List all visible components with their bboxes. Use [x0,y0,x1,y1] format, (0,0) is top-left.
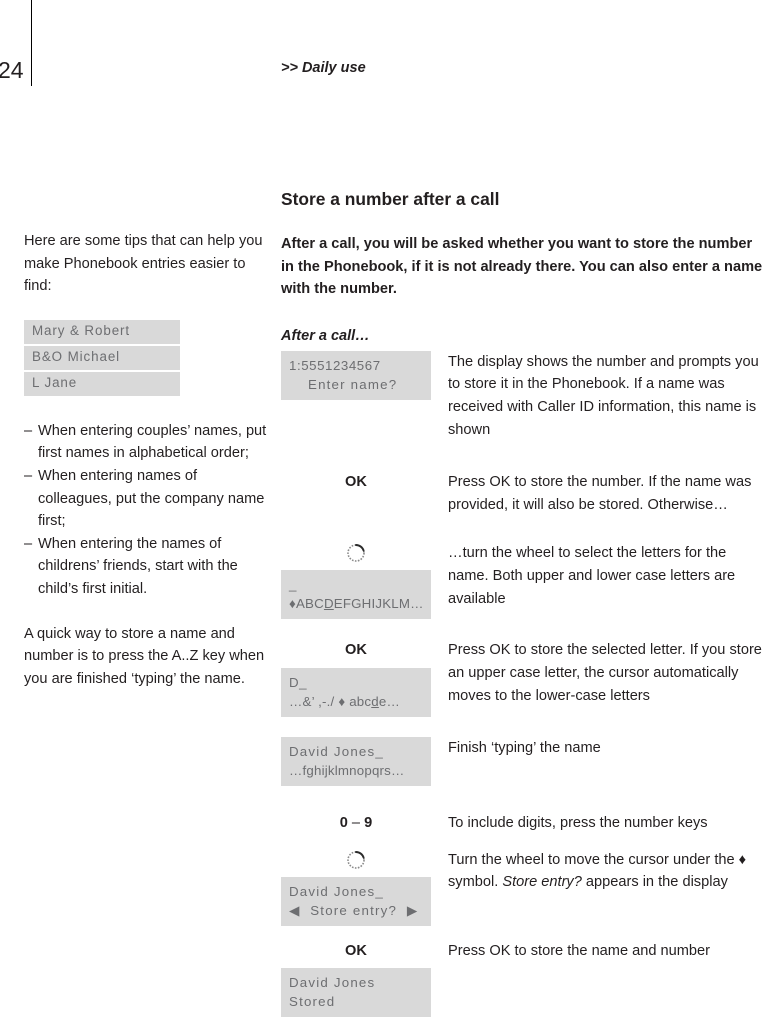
page-title: Store a number after a call [281,189,500,209]
display-line: D_ [289,674,308,690]
display-line-post: EFGHIJKLM… [333,596,424,612]
display-line: _ [289,577,297,593]
step-description: The display shows the number and prompts… [448,353,759,438]
main-column: Store a number after a call After a call… [281,188,767,1017]
list-item: – When entering names of colleagues, put … [24,465,272,533]
dash-bullet: – [24,535,33,552]
display-line-pre: …&’ ,-./ ♦ abc [289,693,372,709]
display-line-pre: ♦ABC [289,596,324,612]
ok-key-label[interactable]: OK [281,639,431,662]
display-line: David Jones [289,975,376,991]
step-left-cell: _ ♦ABCDEFGHIJKLM… [281,542,431,620]
display-line: ♦ABCDEFGHIJKLM… [289,594,423,613]
rotate-wheel-icon[interactable] [281,542,431,564]
step-row: 1:5551234567 Enter name? The display sho… [281,350,767,441]
step-description-emphasis: Store entry? [502,874,582,891]
steps-list: 1:5551234567 Enter name? The display sho… [281,350,767,1017]
rotate-wheel-icon[interactable] [281,849,431,871]
step-row: _ ♦ABCDEFGHIJKLM… …turn the wheel to sel… [281,542,767,620]
step-description-post: appears in the display [581,874,728,891]
store-entry-prompt: Store entry? [310,902,398,918]
page-number: 24 [0,57,24,83]
step-row: OK Press OK to store the number. If the … [281,471,767,516]
step-description: Turn the wheel to move the cursor under … [431,849,767,894]
number-keys-to: 9 [364,814,373,831]
list-item: B&O Michael [24,345,180,370]
step-description: Press OK to store the number. If the nam… [448,474,752,513]
display-line-underlined: D [323,596,334,612]
right-arrow-icon[interactable]: ▶ [407,903,418,918]
left-closing-paragraph: A quick way to store a name and number i… [24,625,265,687]
step-row: 0 – 9 To include digits, press the numbe… [281,812,767,835]
display-line-post: e… [378,693,400,709]
list-item: Mary & Robert [24,319,180,344]
intro-paragraph: After a call, you will be asked whether … [281,236,763,298]
display-line: …fghijklmnopqrs… [289,762,405,778]
number-keys-label[interactable]: 0 – 9 [281,812,431,835]
step-left-cell: David Jones_ …fghijklmnopqrs… [281,736,431,786]
tip-text: When entering the names of childrens’ fr… [38,535,238,597]
number-keys-separator: – [347,814,365,831]
list-item: – When entering the names of childrens’ f… [24,533,272,601]
list-item: – When entering couples’ names, put first… [24,420,272,465]
left-arrow-icon[interactable]: ◀ [289,903,300,918]
step-row: OK D_ …&’ ,-./ ♦ abcde… Press OK to stor… [281,639,767,717]
display-line: Stored [289,994,336,1010]
dash-bullet: – [24,422,33,439]
step-description: To include digits, press the number keys [448,814,708,831]
phone-display: _ ♦ABCDEFGHIJKLM… [281,570,431,620]
step-left-cell: OK D_ …&’ ,-./ ♦ abcde… [281,639,431,717]
tip-text: When entering couples’ names, put first … [38,422,267,462]
left-column: Here are some tips that can help you mak… [24,230,272,690]
display-line: Enter name? [308,376,398,392]
step-left-cell: OK David Jones Stored [281,940,431,1017]
subheading-after-a-call: After a call… [281,327,370,344]
step-left-cell: 1:5551234567 Enter name? [281,350,431,400]
step-description: Press OK to store the selected letter. I… [448,642,762,704]
number-keys-from: 0 [339,814,348,831]
step-description: Finish ‘typing’ the name [448,739,601,756]
ok-key-label[interactable]: OK [281,940,431,963]
phonebook-examples-list: Mary & Robert B&O Michael L Jane [24,319,272,396]
step-row: David Jones_ …fghijklmnopqrs… Finish ‘ty… [281,736,767,786]
list-item: L Jane [24,371,180,396]
ok-key-label[interactable]: OK [281,471,431,494]
phone-display: David Jones_ …fghijklmnopqrs… [281,736,431,786]
display-line: …&’ ,-./ ♦ abcde… [289,692,423,711]
display-line: David Jones_ [289,743,384,759]
page-edge-rule [31,0,32,86]
phone-display: David Jones Stored [281,968,431,1017]
step-left-cell: OK [281,471,431,494]
tip-text: When entering names of colleagues, put t… [38,467,265,530]
step-description: Press OK to store the name and number [448,942,711,959]
dash-bullet: – [24,467,33,484]
display-line: ◀ Store entry? ▶ [289,901,423,920]
display-line-underlined: d [371,693,379,709]
running-head: >> Daily use [281,60,366,76]
phone-display: David Jones_ ◀ Store entry? ▶ [281,876,431,926]
display-line: David Jones_ [289,883,384,899]
step-description: …turn the wheel to select the letters fo… [448,545,736,607]
tips-list: – When entering couples’ names, put first… [24,420,272,601]
step-row: OK David Jones Stored Press OK to store … [281,940,767,1017]
left-intro-paragraph: Here are some tips that can help you mak… [24,233,263,295]
step-row: David Jones_ ◀ Store entry? ▶ Turn the w… [281,849,767,926]
step-left-cell: 0 – 9 [281,812,431,835]
display-line: 1:5551234567 [289,357,381,373]
phone-display: 1:5551234567 Enter name? [281,350,431,400]
phone-display: D_ …&’ ,-./ ♦ abcde… [281,667,431,717]
step-left-cell: David Jones_ ◀ Store entry? ▶ [281,849,431,926]
